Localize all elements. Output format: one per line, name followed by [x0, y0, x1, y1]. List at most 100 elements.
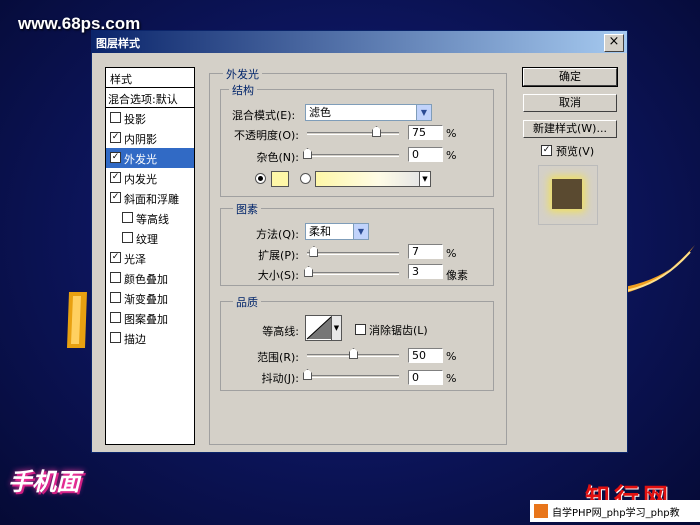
- style-item-label: 描边: [124, 333, 146, 346]
- style-item[interactable]: 描边: [106, 328, 194, 348]
- style-item[interactable]: 等高线: [106, 208, 194, 228]
- style-item-label: 外发光: [124, 153, 157, 166]
- anti-alias-checkbox[interactable]: [355, 324, 366, 335]
- technique-select[interactable]: 柔和 ▼: [305, 223, 369, 240]
- styles-header[interactable]: 样式: [106, 68, 194, 88]
- range-label: 范围(R):: [257, 351, 299, 364]
- range-input[interactable]: 50: [408, 348, 443, 363]
- spread-input[interactable]: 7: [408, 244, 443, 259]
- color-radio[interactable]: [255, 173, 266, 184]
- style-item[interactable]: 纹理: [106, 228, 194, 248]
- elements-title: 图素: [233, 201, 261, 217]
- structure-title: 结构: [229, 82, 257, 98]
- quality-title: 品质: [233, 294, 261, 310]
- opacity-slider[interactable]: [307, 132, 399, 135]
- style-item-label: 纹理: [136, 233, 158, 246]
- style-item-label: 斜面和浮雕: [124, 193, 179, 206]
- style-item-checkbox[interactable]: [110, 332, 121, 343]
- range-unit: %: [446, 350, 457, 363]
- preview-swatch: [552, 179, 582, 209]
- style-item[interactable]: ✓ 内阴影: [106, 128, 194, 148]
- dialog-title: 图层样式: [96, 37, 140, 50]
- opacity-label: 不透明度(O):: [234, 129, 299, 142]
- style-item[interactable]: ✓ 内发光: [106, 168, 194, 188]
- style-item[interactable]: ✓ 外发光: [106, 148, 194, 168]
- technique-value: 柔和: [309, 225, 331, 238]
- style-item-checkbox[interactable]: ✓: [110, 252, 121, 263]
- glow-color-swatch[interactable]: [271, 171, 289, 187]
- contour-dropdown-icon[interactable]: ▼: [331, 315, 342, 341]
- spread-label: 扩展(P):: [258, 249, 299, 262]
- style-item-checkbox[interactable]: [122, 232, 133, 243]
- chevron-down-icon: ▼: [353, 224, 368, 239]
- gold-shape-decoration: [67, 292, 87, 348]
- noise-slider[interactable]: [307, 154, 399, 157]
- noise-unit: %: [446, 149, 457, 162]
- style-preview-thumbnail: [538, 165, 598, 225]
- preview-checkbox[interactable]: ✓: [541, 145, 552, 156]
- chevron-down-icon: ▼: [416, 105, 431, 120]
- size-unit: 像素: [446, 269, 468, 282]
- glow-gradient-picker[interactable]: [315, 171, 421, 187]
- close-button[interactable]: ×: [604, 34, 624, 52]
- blend-mode-select[interactable]: 滤色 ▼: [305, 104, 432, 121]
- technique-label: 方法(Q):: [256, 228, 299, 241]
- blending-options-item[interactable]: 混合选项:默认: [106, 88, 194, 108]
- noise-label: 杂色(N):: [256, 151, 299, 164]
- jitter-unit: %: [446, 372, 457, 385]
- style-item-label: 内发光: [124, 173, 157, 186]
- style-item[interactable]: 渐变叠加: [106, 288, 194, 308]
- style-item[interactable]: 图案叠加: [106, 308, 194, 328]
- blend-mode-label: 混合模式(E):: [232, 109, 296, 122]
- spread-slider[interactable]: [307, 252, 399, 255]
- noise-input[interactable]: 0: [408, 147, 443, 162]
- style-item[interactable]: 颜色叠加: [106, 268, 194, 288]
- outer-glow-title: 外发光: [223, 66, 262, 82]
- style-item[interactable]: 投影: [106, 108, 194, 128]
- contour-picker[interactable]: [305, 315, 333, 341]
- style-item-label: 内阴影: [124, 133, 157, 146]
- footer-strip: 自学PHP网_php学习_php教: [530, 500, 700, 522]
- gradient-radio[interactable]: [300, 173, 311, 184]
- style-item-checkbox[interactable]: [122, 212, 133, 223]
- style-item-checkbox[interactable]: [110, 112, 121, 123]
- cancel-button[interactable]: 取消: [523, 94, 617, 112]
- style-item-checkbox[interactable]: [110, 312, 121, 323]
- style-item-label: 渐变叠加: [124, 293, 168, 306]
- style-item-checkbox[interactable]: ✓: [110, 172, 121, 183]
- ok-button[interactable]: 确定: [522, 67, 618, 87]
- style-item-checkbox[interactable]: ✓: [110, 132, 121, 143]
- jitter-label: 抖动(J):: [261, 372, 299, 385]
- style-item-checkbox[interactable]: [110, 292, 121, 303]
- layer-style-dialog: 图层样式 × 样式 混合选项:默认 投影 ✓ 内阴影 ✓ 外发光 ✓ 内发光 ✓ 斜面和浮雕 等高…: [91, 30, 628, 453]
- gradient-dropdown-icon[interactable]: ▼: [419, 171, 431, 187]
- new-style-button[interactable]: 新建样式(W)...: [523, 120, 617, 138]
- style-item-label: 光泽: [124, 253, 146, 266]
- size-slider[interactable]: [307, 272, 399, 275]
- style-item-checkbox[interactable]: ✓: [110, 152, 121, 163]
- anti-alias-label: 消除锯齿(L): [369, 324, 428, 337]
- title-bar[interactable]: 图层样式 ×: [92, 31, 627, 53]
- size-label: 大小(S):: [257, 269, 299, 282]
- style-item-checkbox[interactable]: ✓: [110, 192, 121, 203]
- opacity-unit: %: [446, 127, 457, 140]
- style-item-label: 投影: [124, 113, 146, 126]
- style-item[interactable]: ✓ 斜面和浮雕: [106, 188, 194, 208]
- jitter-input[interactable]: 0: [408, 370, 443, 385]
- spread-unit: %: [446, 247, 457, 260]
- site-icon: [534, 504, 548, 518]
- styles-list: 样式 混合选项:默认 投影 ✓ 内阴影 ✓ 外发光 ✓ 内发光 ✓ 斜面和浮雕 等高线 纹理 ✓ 光泽颜…: [105, 67, 195, 445]
- style-item-checkbox[interactable]: [110, 272, 121, 283]
- size-input[interactable]: 3: [408, 264, 443, 279]
- watermark-logo: 手机面: [8, 468, 80, 496]
- style-item-label: 图案叠加: [124, 313, 168, 326]
- style-item[interactable]: ✓ 光泽: [106, 248, 194, 268]
- blend-mode-value: 滤色: [309, 106, 331, 119]
- style-item-label: 等高线: [136, 213, 169, 226]
- footer-text: 自学PHP网_php学习_php教: [552, 507, 680, 519]
- opacity-input[interactable]: 75: [408, 125, 443, 140]
- jitter-slider[interactable]: [307, 375, 399, 378]
- contour-label: 等高线:: [262, 325, 299, 338]
- preview-label: 预览(V): [556, 145, 595, 158]
- style-item-label: 颜色叠加: [124, 273, 168, 286]
